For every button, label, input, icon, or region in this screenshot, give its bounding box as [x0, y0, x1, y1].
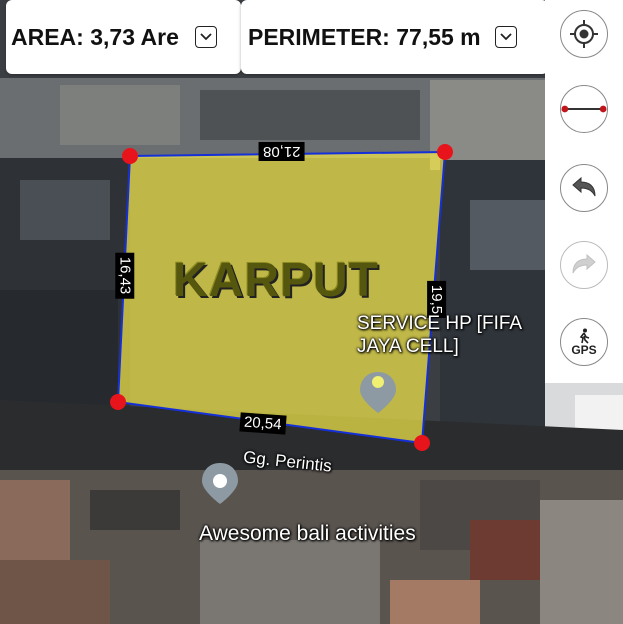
poi-label-service-hp[interactable]: SERVICE HP [FIFA JAYA CELL]: [357, 312, 522, 358]
undo-button[interactable]: [560, 164, 608, 212]
perimeter-value: PERIMETER: 77,55 m: [248, 23, 481, 50]
gps-label: GPS: [571, 343, 597, 357]
area-panel[interactable]: AREA: 3,73 Are: [6, 0, 241, 74]
edge-length-left: 16,43: [115, 252, 135, 299]
vertex-bottom-right: [414, 435, 430, 451]
area-unit-dropdown[interactable]: [194, 26, 217, 48]
locate-button[interactable]: [560, 10, 608, 58]
undo-icon: [572, 176, 596, 197]
chevron-down-icon: [500, 33, 512, 41]
edge-length-top: 21,08: [259, 142, 305, 161]
area-name-label: KARPUT: [173, 254, 379, 307]
redo-button[interactable]: [560, 241, 608, 289]
locate-icon: [570, 20, 598, 48]
vertex-bottom-left: [110, 394, 126, 410]
gps-icon: [579, 328, 590, 344]
measure-distance-button[interactable]: [560, 85, 608, 133]
redo-icon: [572, 253, 596, 274]
vertex-top-right: [437, 144, 453, 160]
tool-bar: GPS: [545, 0, 623, 383]
poi-label-bali-activities[interactable]: Awesome bali activities: [199, 522, 416, 546]
area-value: AREA: 3,73 Are: [11, 23, 179, 50]
perimeter-unit-dropdown[interactable]: [494, 26, 517, 48]
chevron-down-icon: [200, 33, 212, 41]
perimeter-panel[interactable]: PERIMETER: 77,55 m: [241, 0, 548, 74]
vertex-top-left: [122, 148, 138, 164]
edge-length-bottom: 20,54: [239, 412, 287, 435]
satellite-map[interactable]: 21,08 16,43 19,5 20,54 KARPUT SERVICE HP…: [0, 0, 623, 624]
gps-button[interactable]: GPS: [560, 318, 608, 366]
measure-line-icon: [561, 105, 607, 113]
